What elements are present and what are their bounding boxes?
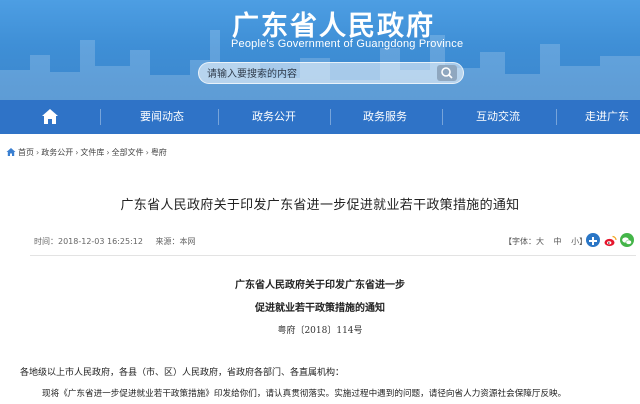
nav-item-guangdong[interactable]: 走进广东: [578, 100, 636, 134]
nav-separator: [218, 109, 219, 125]
breadcrumb-file-library[interactable]: 文件库: [80, 147, 104, 158]
breadcrumb-separator: ›: [36, 147, 40, 157]
meta-divider: [30, 255, 636, 256]
font-size-small[interactable]: 小】: [571, 237, 587, 246]
nav-item-interaction[interactable]: 互动交流: [466, 100, 530, 134]
document-number: 粤府〔2018〕114号: [277, 326, 363, 336]
font-size-medium[interactable]: 中: [554, 237, 562, 246]
nav-item-services[interactable]: 政务服务: [353, 100, 417, 134]
publish-time: 时间：2018-12-03 16:25:12: [34, 237, 143, 246]
document-heading-line1: 广东省人民政府关于印发广东省进一步: [235, 280, 405, 291]
nav-item-gov-affairs[interactable]: 政务公开: [242, 100, 306, 134]
search-input[interactable]: [207, 66, 427, 82]
share-plus-icon[interactable]: [586, 233, 600, 247]
nav-separator: [330, 109, 331, 125]
article-title: 广东省人民政府关于印发广东省进一步促进就业若干政策措施的通知: [120, 198, 520, 213]
weibo-icon: [604, 235, 617, 247]
main-nav: 要闻动态 政务公开 政务服务 互动交流 走进广东: [0, 100, 640, 134]
share-wechat-icon[interactable]: [620, 233, 634, 247]
breadcrumb-home[interactable]: 首页: [18, 147, 34, 158]
share-weibo-icon[interactable]: [603, 233, 617, 247]
breadcrumb: 首页 › 政务公开 › 文件库 › 全部文件 › 粤府: [6, 146, 167, 158]
nav-separator: [100, 109, 101, 125]
article-meta: 时间：2018-12-03 16:25:12 来源：本网: [34, 236, 206, 247]
document-heading-line2: 促进就业若干政策措施的通知: [255, 303, 385, 314]
nav-separator: [442, 109, 443, 125]
search-icon: [441, 67, 453, 79]
plus-icon: [589, 237, 597, 245]
header-banner: 广东省人民政府 People's Government of Guangdong…: [0, 0, 640, 100]
nav-separator: [556, 109, 557, 125]
font-size-large[interactable]: 【字体：大: [504, 237, 544, 246]
article-source: 来源：本网: [155, 237, 196, 246]
font-size-control: 【字体：大 中 小】: [504, 236, 594, 247]
search-button[interactable]: [437, 65, 457, 81]
nav-item-news[interactable]: 要闻动态: [130, 100, 194, 134]
home-icon: [6, 148, 16, 156]
breadcrumb-gov-affairs[interactable]: 政务公开: [41, 147, 73, 158]
nav-home[interactable]: [38, 100, 62, 134]
document-addressee: 各地级以上市人民政府，各县（市、区）人民政府，省政府各部门、各直属机构：: [20, 368, 345, 378]
breadcrumb-separator: ›: [145, 147, 149, 157]
breadcrumb-separator: ›: [75, 147, 79, 157]
home-icon: [42, 109, 58, 124]
breadcrumb-separator: ›: [106, 147, 110, 157]
wechat-icon: [622, 237, 632, 245]
site-subtitle: People's Government of Guangdong Provinc…: [231, 38, 464, 50]
document-body-paragraph: 现将《广东省进一步促进就业若干政策措施》印发给你们，请认真贯彻落实。实施过程中遇…: [42, 389, 567, 399]
breadcrumb-yuefu[interactable]: 粤府: [151, 147, 167, 158]
search-box: [198, 62, 464, 84]
breadcrumb-all-files[interactable]: 全部文件: [112, 147, 144, 158]
